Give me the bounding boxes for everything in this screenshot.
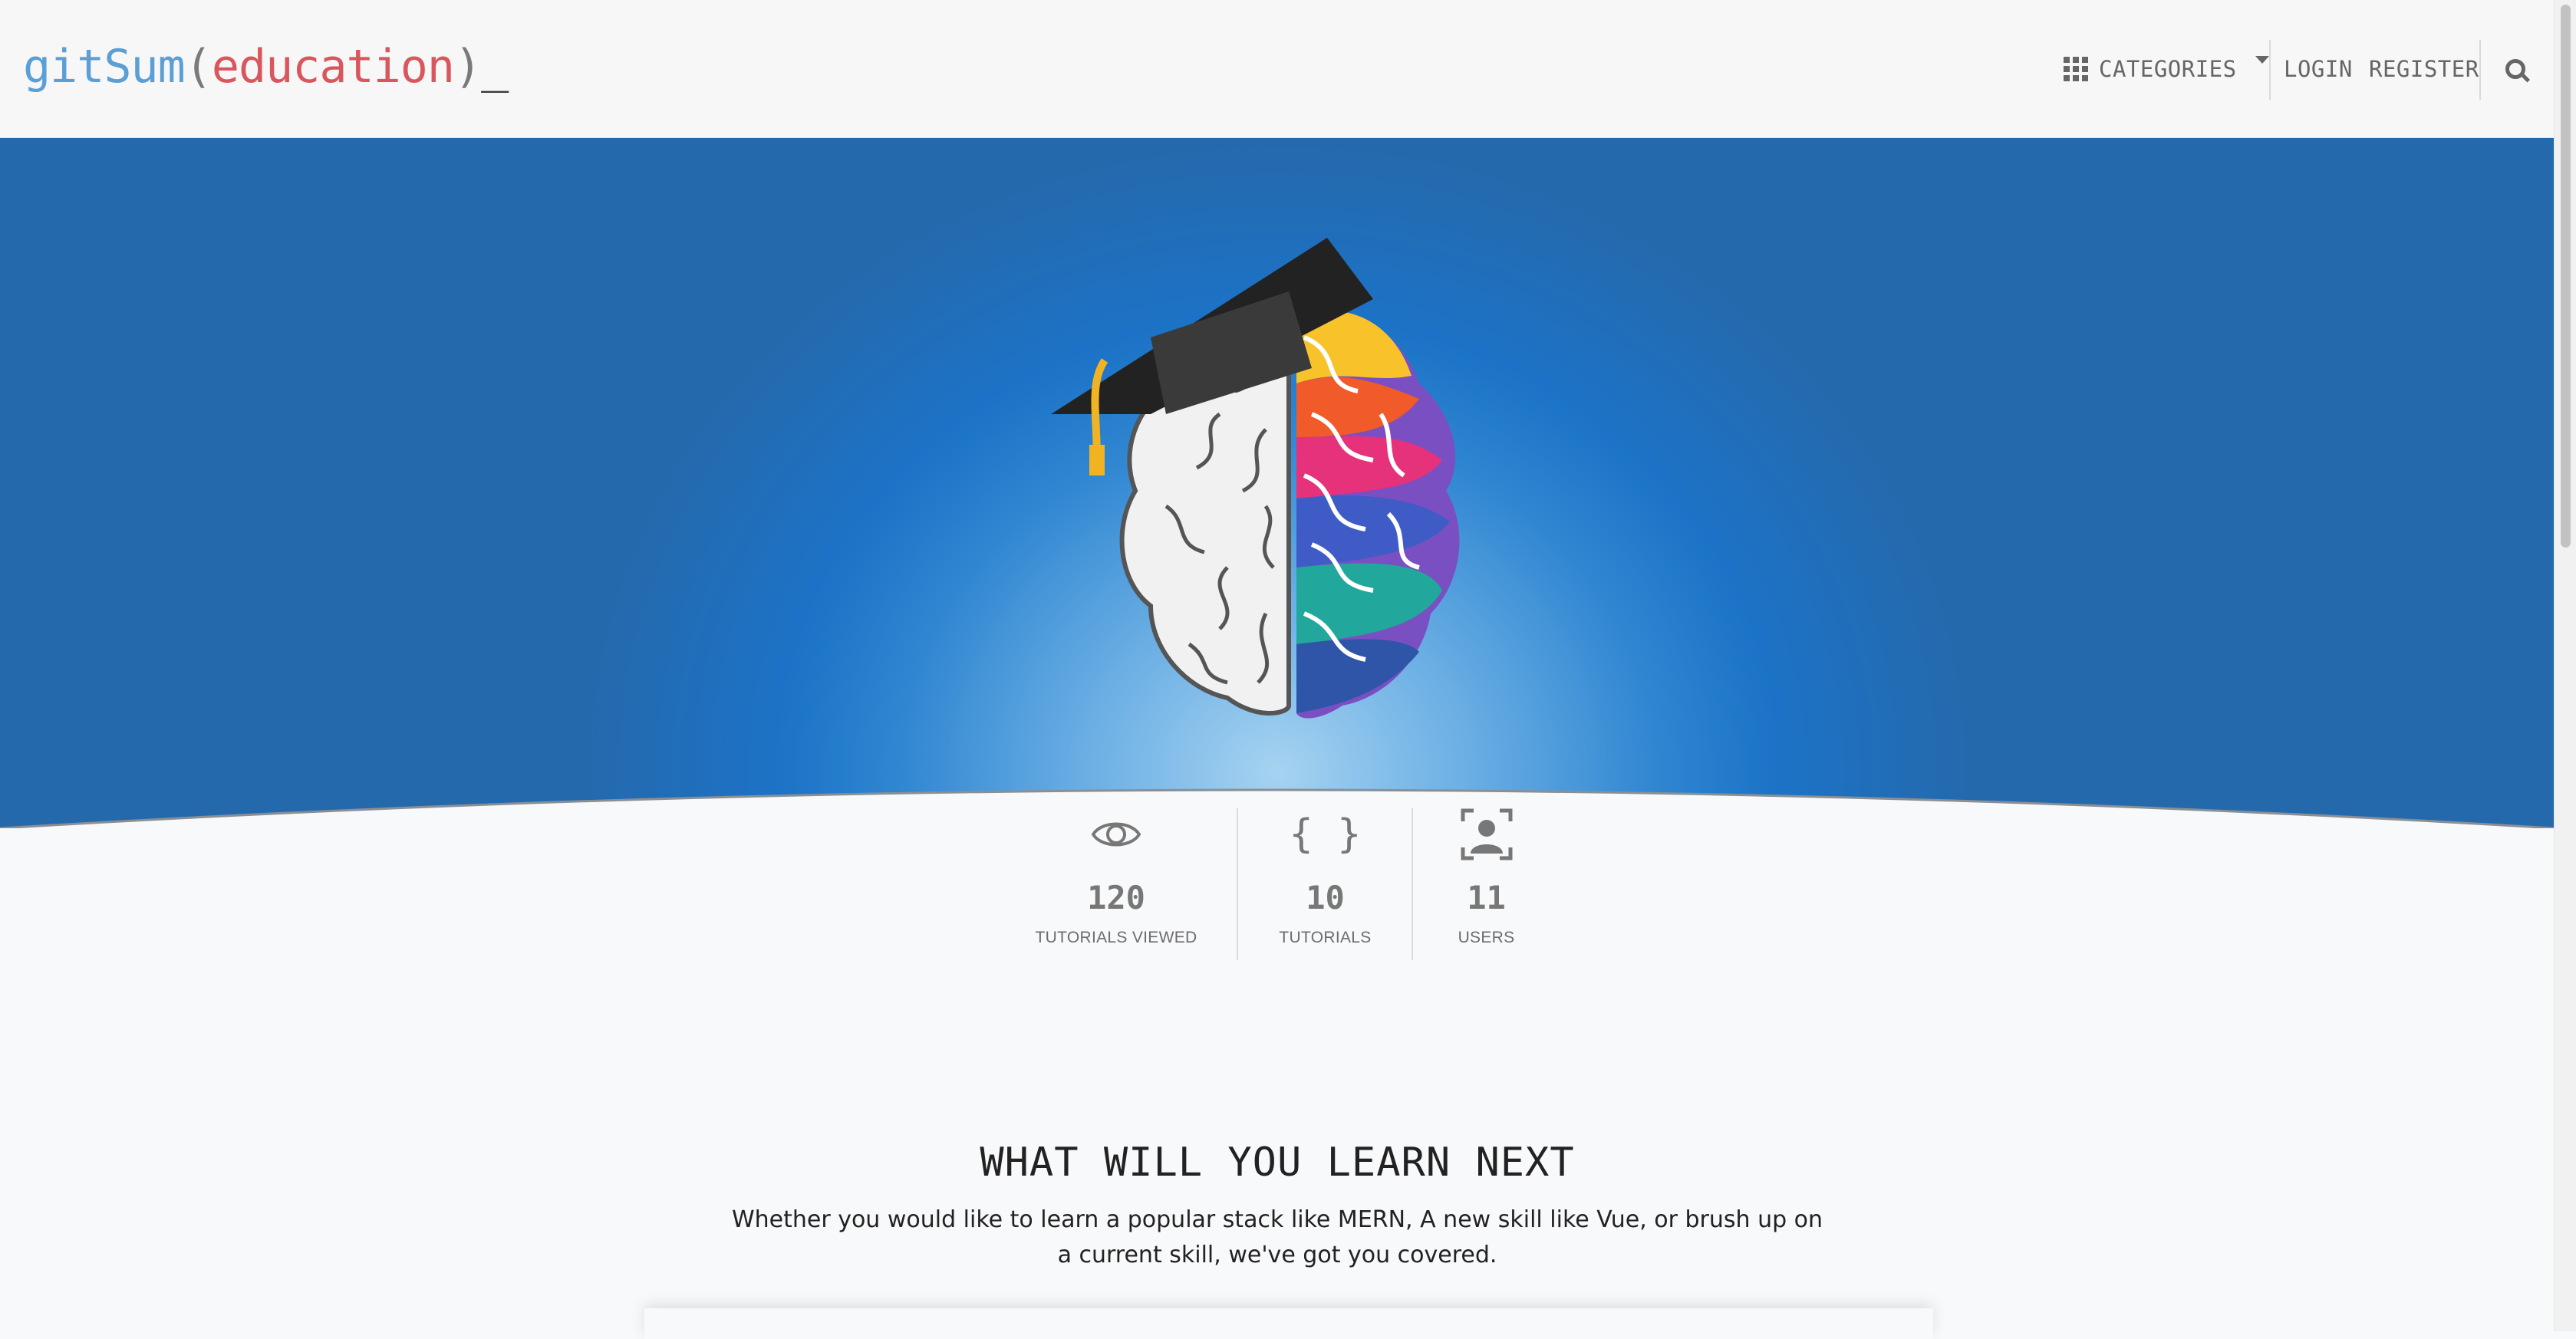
brain-graduation-cap-illustration (1051, 238, 1460, 719)
brand-logo[interactable]: gitSum(education)_ (23, 40, 509, 94)
login-link[interactable]: LOGIN (2284, 0, 2353, 137)
brand-arg: education (211, 40, 455, 94)
register-link[interactable]: REGISTER (2369, 0, 2479, 137)
login-label: LOGIN (2284, 55, 2353, 82)
stat-divider (1412, 808, 1413, 960)
search-icon (2505, 58, 2525, 79)
chevron-down-icon (2255, 55, 2269, 64)
search-button[interactable] (2505, 0, 2525, 137)
stat-label: USERS (1458, 929, 1515, 946)
brand-close-paren: ) (453, 40, 482, 94)
nav-divider (2479, 40, 2481, 100)
navbar: gitSum(education)_ CATEGORIES LOGIN REGI… (0, 0, 2555, 138)
stat-value: 10 (1306, 879, 1345, 916)
stat-users: 11 USERS (1442, 804, 1530, 947)
content-card (644, 1308, 1933, 1339)
stats-section: 120 TUTORIALS VIEWED { } 10 TUTORIALS 11… (0, 804, 2555, 972)
categories-label: CATEGORIES (2099, 55, 2237, 82)
brand-cursor: _ (481, 40, 509, 94)
brand-open-paren: ( (184, 40, 212, 94)
stat-label: TUTORIALS VIEWED (1035, 929, 1197, 946)
code-braces-icon: { } (1289, 811, 1362, 857)
section-description: Whether you would like to learn a popula… (731, 1206, 1823, 1268)
hero-banner (0, 138, 2555, 828)
categories-dropdown[interactable]: CATEGORIES (2064, 0, 2269, 137)
grid-icon (2064, 56, 2088, 81)
user-portrait-icon (1442, 804, 1530, 865)
stat-divider (1237, 808, 1238, 960)
nav-divider (2269, 40, 2271, 100)
stat-value: 120 (1087, 879, 1145, 916)
register-label: REGISTER (2369, 55, 2479, 82)
stat-tutorials-viewed: 120 TUTORIALS VIEWED (1032, 804, 1201, 947)
scrollbar-thumb[interactable] (2561, 5, 2571, 548)
eye-icon (1032, 804, 1201, 865)
stat-value: 11 (1467, 879, 1506, 916)
brand-name: gitSum (23, 40, 186, 94)
section-title: WHAT WILL YOU LEARN NEXT (980, 1140, 1575, 1186)
stat-label: TUTORIALS (1279, 929, 1372, 946)
page-scrollbar[interactable] (2554, 0, 2576, 1331)
stat-tutorials: { } 10 TUTORIALS (1270, 804, 1381, 947)
